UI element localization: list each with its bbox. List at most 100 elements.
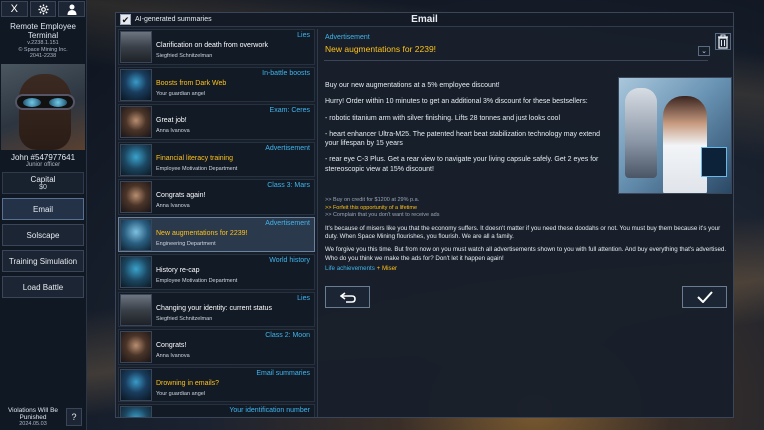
- email-window: ✔ AI-generated summaries Email Lies Clar…: [115, 12, 734, 418]
- email-item[interactable]: Lies Changing your identity: current sta…: [118, 291, 315, 327]
- avatar: [120, 331, 152, 363]
- promo-image: [618, 77, 732, 194]
- gear-icon[interactable]: [29, 1, 57, 17]
- life-achievements: Life achievements + Miser: [325, 265, 397, 272]
- body-paragraph: - rear eye C-3 Plus. Get a rear view to …: [325, 156, 599, 173]
- sidebar: X Remote Employee Terminal v.2238.1.151 …: [0, 0, 87, 430]
- detail-type: Advertisement: [325, 34, 370, 41]
- detail-separator: [324, 60, 708, 61]
- email-subject: Financial literacy training: [156, 154, 234, 162]
- avatar: [120, 31, 152, 63]
- email-item[interactable]: Class 3: Mars Congrats again! Anna Ivano…: [118, 179, 315, 215]
- body-paragraph: - heart enhancer Ultra-M25. The patented…: [325, 130, 600, 148]
- email-subject: Drowning in emails?: [156, 379, 220, 387]
- response-text: It's because of misers like you that the…: [325, 225, 727, 268]
- email-sender: Employee Motivation Department: [156, 165, 238, 172]
- email-item[interactable]: Exam: Ceres Great job! Anna Ivanova: [118, 104, 315, 140]
- nav-load-battle-button[interactable]: Load Battle: [2, 275, 84, 298]
- email-subject: New augmentations for 2239!: [156, 229, 248, 237]
- body-paragraph: - robotic titanium arm with silver finis…: [325, 114, 560, 122]
- nav-solscape-button[interactable]: Solscape: [2, 223, 84, 246]
- email-tag: Advertisement: [265, 219, 310, 227]
- avatar: [120, 68, 152, 101]
- violations-text: Violations Will Be Punished: [7, 407, 59, 421]
- close-icon[interactable]: X: [1, 1, 28, 17]
- email-tag: Lies: [297, 32, 310, 39]
- email-subject: Changing your identity: current status: [156, 304, 272, 312]
- nav-training-simulation-button[interactable]: Training Simulation: [2, 249, 84, 272]
- email-item[interactable]: Advertisement Financial literacy trainin…: [118, 141, 315, 177]
- email-tag: Class 2: Moon: [265, 332, 310, 339]
- email-item[interactable]: World history History re-cap Employee Mo…: [118, 254, 315, 290]
- capital-box: Capital $0: [2, 171, 84, 194]
- email-sender: Anna Ivanova: [156, 203, 190, 209]
- detail-subject: New augmentations for 2239!: [325, 44, 437, 54]
- window-header: ✔ AI-generated summaries Email: [116, 13, 733, 27]
- email-sender: Your guardian angel: [156, 390, 206, 397]
- goggles-icon: [15, 93, 75, 110]
- email-item[interactable]: Lies Clarification on death from overwor…: [118, 29, 315, 65]
- doctor-figure: [663, 96, 707, 193]
- window-title: Email: [411, 14, 438, 25]
- company-years: 2041-2238: [29, 53, 57, 59]
- life-achievements-label: Life achievements: [325, 265, 375, 272]
- body-paragraph: Buy our new augmentations at a 5% employ…: [325, 82, 500, 89]
- capital-label: Capital: [30, 174, 56, 184]
- confirm-button[interactable]: [682, 286, 727, 308]
- player-rank: Junior officer: [25, 161, 61, 168]
- email-subject: Clarification on death from overwork: [156, 42, 269, 49]
- help-button[interactable]: ?: [66, 408, 82, 426]
- email-tag: Advertisement: [265, 144, 310, 152]
- email-subject: Great job!: [156, 117, 187, 124]
- avatar: [120, 218, 152, 251]
- email-item[interactable]: In-battle boosts Boosts from Dark Web Yo…: [118, 66, 315, 102]
- robot-figure: [625, 88, 657, 178]
- email-sender: Siegfried Schnitzelman: [156, 53, 213, 59]
- terminal-title: Remote Employee Terminal: [10, 22, 76, 40]
- trash-icon[interactable]: [715, 33, 731, 50]
- email-subject: Congrats again!: [156, 192, 206, 199]
- option-forfeit[interactable]: >> Forfeit this opportunity of a lifetim…: [325, 205, 439, 213]
- current-date: 2024.05.03: [19, 421, 47, 427]
- email-item[interactable]: Email summaries Drowning in emails? Your…: [118, 366, 315, 402]
- life-achievements-value: + Miser: [376, 265, 398, 272]
- email-item[interactable]: Your identification number: [118, 404, 315, 417]
- email-subject: Congrats!: [156, 342, 187, 349]
- email-sender: Anna Ivanova: [156, 128, 190, 134]
- option-buy-on-credit[interactable]: >> Buy on credit for $1200 at 29% p.a.: [325, 197, 439, 205]
- email-item-selected[interactable]: Advertisement New augmentations for 2239…: [118, 216, 315, 252]
- player-name: John #547977641: [10, 152, 76, 162]
- email-tag: In-battle boosts: [262, 69, 310, 77]
- undo-arrow-icon: [339, 292, 356, 303]
- pane-divider: [317, 29, 318, 417]
- email-tag: Lies: [297, 294, 310, 302]
- email-sender: Your guardian angel: [156, 90, 206, 97]
- email-sender: Employee Motivation Department: [156, 278, 238, 284]
- back-button[interactable]: [325, 286, 370, 308]
- avatar: [120, 406, 152, 417]
- response-paragraph: It's because of misers like you that the…: [325, 225, 721, 241]
- capital-value: $0: [39, 183, 47, 191]
- email-body: Buy our new augmentations at a 5% employ…: [325, 81, 615, 181]
- email-subject: Boosts from Dark Web: [156, 79, 227, 87]
- email-tag: Exam: Ceres: [269, 107, 310, 114]
- email-list: Lies Clarification on death from overwor…: [118, 29, 315, 417]
- email-item[interactable]: Class 2: Moon Congrats! Anna Ivanova: [118, 329, 315, 365]
- sidebar-top-icons: X: [0, 0, 86, 18]
- response-paragraph: We forgive you this time. But from now o…: [325, 246, 727, 262]
- user-icon[interactable]: [58, 1, 86, 17]
- checkmark-icon: [696, 291, 713, 303]
- option-complain[interactable]: >> Complain that you don't want to recei…: [325, 212, 439, 220]
- email-sender: Anna Ivanova: [156, 353, 190, 359]
- response-options: >> Buy on credit for $1200 at 29% p.a. >…: [325, 197, 439, 220]
- chevron-down-icon[interactable]: ⌄: [698, 46, 710, 56]
- email-sender: Siegfried Schnitzelman: [156, 315, 213, 322]
- violations-notice: Violations Will Be Punished 2024.05.03: [2, 407, 64, 428]
- email-tag: Your identification number: [229, 407, 310, 414]
- monitor-icon: [701, 147, 727, 177]
- avatar: [120, 181, 152, 213]
- email-subject: History re-cap: [156, 267, 200, 274]
- avatar: [120, 256, 152, 288]
- email-tag: Class 3: Mars: [267, 182, 310, 189]
- nav-email-button[interactable]: Email: [2, 197, 84, 220]
